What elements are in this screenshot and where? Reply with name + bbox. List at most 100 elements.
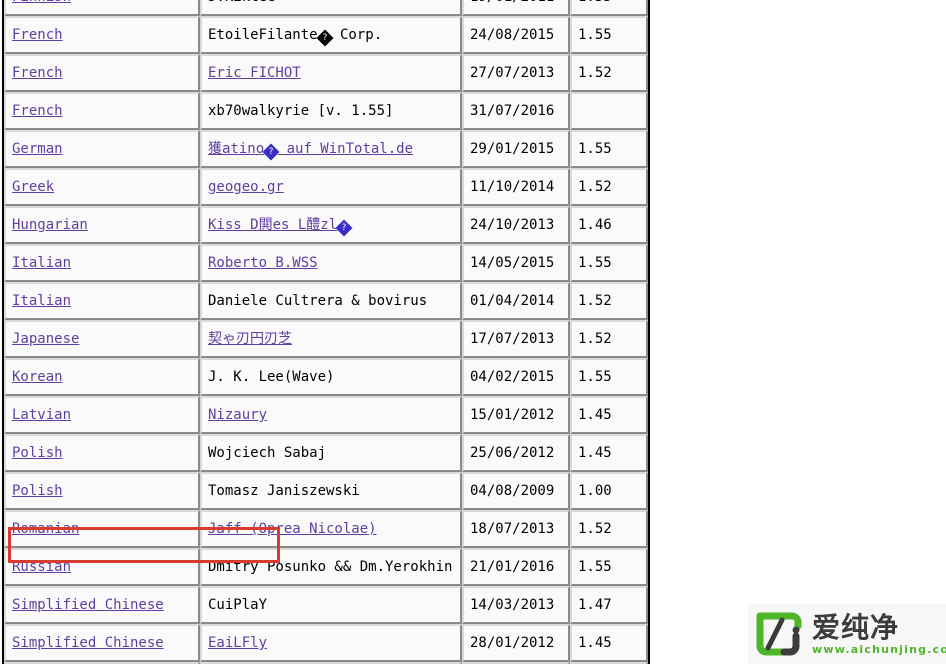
cell-language: French	[4, 54, 200, 92]
cell-version: 1.52	[570, 320, 648, 358]
cell-translator: Wojciech Sabaj	[200, 434, 462, 472]
cell-language: Japanese	[4, 320, 200, 358]
cell-date: 14/03/2013	[462, 586, 570, 624]
translator-link[interactable]: Jaff (Oprea Nicolae)	[208, 521, 377, 537]
cell-date: 04/08/2009	[462, 472, 570, 510]
cell-translator: EtoileFilante? Corp.	[200, 16, 462, 54]
replacement-char-icon: ?	[335, 219, 353, 237]
cell-version: 1.52	[570, 282, 648, 320]
cell-language: Italian	[4, 282, 200, 320]
cell-language: Polish	[4, 472, 200, 510]
watermark-text-block: 爱纯净 www.aichunjing.com	[812, 610, 946, 656]
table-row: French EtoileFilante? Corp. 24/08/2015 1.55	[4, 16, 648, 54]
cell-language: Russian	[4, 548, 200, 586]
cell-version: 1.55	[570, 130, 648, 168]
cell-translator: J.Kiktee	[200, 0, 462, 16]
table-row: Italian Roberto B.WSS 14/05/2015 1.55	[4, 244, 648, 282]
cell-version: 1.52	[570, 54, 648, 92]
table-row: Italian Daniele Cultrera & bovirus 01/04/2…	[4, 282, 648, 320]
translator-text: J.Kiktee	[208, 0, 275, 5]
cell-translator: Jaff (Oprea Nicolae)	[200, 510, 462, 548]
replacement-char-icon: ?	[316, 29, 334, 47]
language-link[interactable]: Simplified Chinese	[12, 635, 164, 651]
table-row: Greek geogeo.gr 11/10/2014 1.52	[4, 168, 648, 206]
table-row: Polish Wojciech Sabaj 25/06/2012 1.45	[4, 434, 648, 472]
cell-date: 04/02/2015	[462, 358, 570, 396]
translator-link[interactable]: EaiLFly	[208, 635, 267, 651]
cell-translator: Daniele Cultrera & bovirus	[200, 282, 462, 320]
cell-version: 1.52	[570, 510, 648, 548]
cell-version: 1.45	[570, 624, 648, 662]
table-row: French Eric FICHOT 27/07/2013 1.52	[4, 54, 648, 92]
cell-translator: 契ゃ刃円刃芝	[200, 320, 462, 358]
cell-version: 1.55	[570, 16, 648, 54]
language-link[interactable]: French	[12, 103, 63, 119]
cell-date: 25/06/2012	[462, 434, 570, 472]
cell-date: 28/01/2012	[462, 624, 570, 662]
cell-translator: xb70walkyrie [v. 1.55]	[200, 92, 462, 130]
language-link[interactable]: Polish	[12, 483, 63, 499]
language-link[interactable]: Korean	[12, 369, 63, 385]
language-link[interactable]: Italian	[12, 255, 71, 271]
table-row: Russian Dmitry Posunko && Dm.Yerokhin 21/0…	[4, 548, 648, 586]
language-link[interactable]: Hungarian	[12, 217, 88, 233]
cell-date: 24/10/2013	[462, 206, 570, 244]
language-link[interactable]: Finnish	[12, 0, 71, 5]
translators-table: FinnishJ.Kiktee19/01/20111.55FrenchEtoil…	[2, 0, 650, 664]
language-link[interactable]: German	[12, 141, 63, 157]
cell-date: 29/01/2015	[462, 130, 570, 168]
translator-link[interactable]: 獲atino? auf WinTotal.de	[208, 141, 413, 161]
cell-translator: Kiss D閧es L醴zl?	[200, 206, 462, 244]
cell-language: German	[4, 130, 200, 168]
cell-version: 1.46	[570, 206, 648, 244]
translator-link[interactable]: Nizaury	[208, 407, 267, 423]
table-row: Simplified Chinese CuiPlaY 14/03/2013 1.47	[4, 586, 648, 624]
watermark-logo: 爱纯净 www.aichunjing.com	[748, 604, 946, 664]
translator-text: EtoileFilante? Corp.	[208, 27, 382, 47]
cell-date: 14/05/2015	[462, 244, 570, 282]
logo-glyph-icon	[756, 612, 802, 656]
cell-date: 19/01/2011	[462, 0, 570, 16]
translator-link[interactable]: Kiss D閧es L醴zl?	[208, 217, 353, 237]
cell-date: 27/07/2013	[462, 54, 570, 92]
cell-translator: Tomasz Janiszewski	[200, 472, 462, 510]
cell-language: Simplified Chinese	[4, 586, 200, 624]
cell-language: Polish	[4, 434, 200, 472]
language-link[interactable]: Greek	[12, 179, 54, 195]
language-link[interactable]: Japanese	[12, 331, 79, 347]
language-link[interactable]: Russian	[12, 559, 71, 575]
translator-link[interactable]: Roberto B.WSS	[208, 255, 318, 271]
translator-link[interactable]: 契ゃ刃円刃芝	[208, 331, 292, 347]
watermark-brand-name: 爱纯净	[812, 610, 900, 644]
translator-text: Dmitry Posunko && Dm.Yerokhin	[208, 559, 453, 575]
replacement-char-icon: ?	[262, 143, 280, 161]
language-link[interactable]: Polish	[12, 445, 63, 461]
language-link[interactable]: Romanian	[12, 521, 79, 537]
cell-translator: J. K. Lee(Wave)	[200, 358, 462, 396]
language-link[interactable]: Latvian	[12, 407, 71, 423]
cell-language: Hungarian	[4, 206, 200, 244]
cell-translator: Roberto B.WSS	[200, 244, 462, 282]
language-link[interactable]: Italian	[12, 293, 71, 309]
translator-link[interactable]: Eric FICHOT	[208, 65, 301, 81]
cell-version: 1.47	[570, 586, 648, 624]
cell-language: French	[4, 16, 200, 54]
cell-version: 1.45	[570, 434, 648, 472]
aichunjing-mark-icon	[754, 610, 804, 658]
cell-version: 1.55	[570, 0, 648, 16]
language-link[interactable]: French	[12, 65, 63, 81]
cell-language: Italian	[4, 244, 200, 282]
table-row: Romanian Jaff (Oprea Nicolae) 18/07/2013 1.…	[4, 510, 648, 548]
language-link[interactable]: French	[12, 27, 63, 43]
cell-translator: Eric FICHOT	[200, 54, 462, 92]
cell-version: 1.45	[570, 396, 648, 434]
language-link[interactable]: Simplified Chinese	[12, 597, 164, 613]
table-row: Japanese 契ゃ刃円刃芝 17/07/2013 1.52	[4, 320, 648, 358]
translator-text: xb70walkyrie [v. 1.55]	[208, 103, 394, 119]
cell-version	[570, 92, 648, 130]
cell-language: French	[4, 92, 200, 130]
translator-link[interactable]: geogeo.gr	[208, 179, 284, 195]
cell-language: Simplified Chinese	[4, 624, 200, 662]
table-row: Hungarian Kiss D閧es L醴zl? 24/10/2013 1.46	[4, 206, 648, 244]
watermark-url: www.aichunjing.com	[812, 642, 946, 656]
